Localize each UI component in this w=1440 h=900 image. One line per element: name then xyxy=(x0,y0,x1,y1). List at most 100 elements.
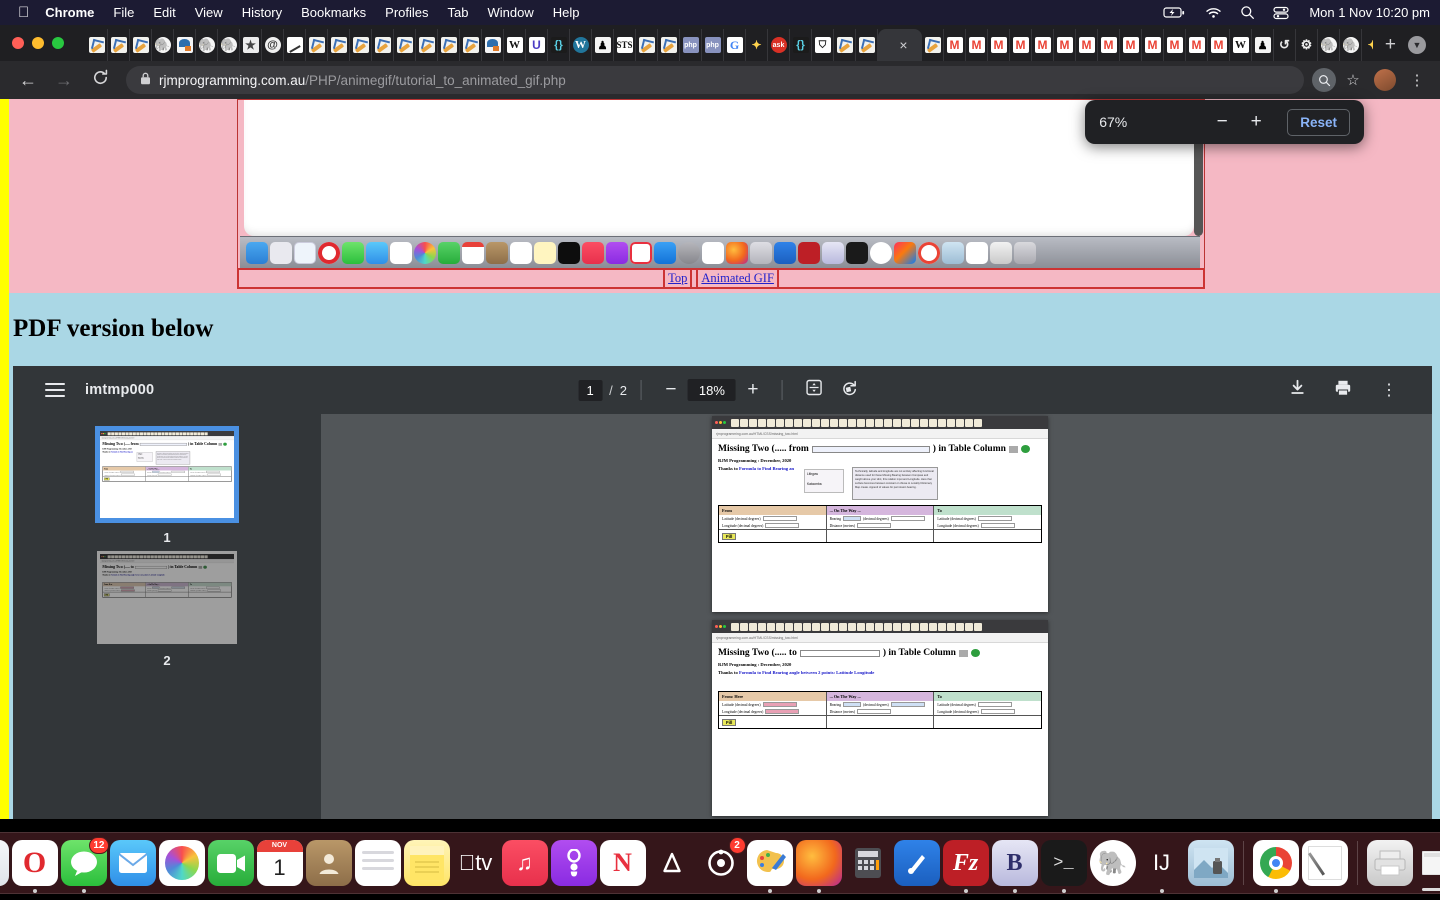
dock-icon-textedit[interactable] xyxy=(1301,840,1348,886)
link-cell-animated-gif[interactable]: Animated GIF xyxy=(697,269,778,288)
page1-longitude-input[interactable] xyxy=(765,523,800,528)
browser-tab[interactable]: 🐘 xyxy=(196,29,218,61)
control-center-icon[interactable] xyxy=(1273,6,1289,20)
page2-green-button-icon[interactable] xyxy=(970,649,980,657)
browser-tab[interactable]: ★ xyxy=(240,29,262,61)
page2-distance-input[interactable] xyxy=(857,709,892,714)
menu-item-chrome[interactable]: Chrome xyxy=(45,5,94,20)
menu-item-history[interactable]: History xyxy=(242,5,282,20)
dock-icon-xcode[interactable] xyxy=(893,840,940,886)
page2-fill-button[interactable]: Fill xyxy=(103,593,110,597)
page1-longitude-input[interactable] xyxy=(121,473,135,476)
page2-heading-input[interactable] xyxy=(135,565,167,569)
page1-bearing-input[interactable] xyxy=(890,516,925,521)
browser-tab[interactable]: 🐘 xyxy=(1318,29,1340,61)
tab-close-icon[interactable]: × xyxy=(899,38,907,52)
browser-tab[interactable]: G xyxy=(724,29,746,61)
page1-latitude-input[interactable] xyxy=(762,516,797,521)
dock-icon-printer[interactable] xyxy=(1366,840,1413,886)
browser-tab[interactable]: {} xyxy=(548,29,570,61)
pdf-page-1[interactable]: rjmprogramming.com.au/HTML/CSS/missing_t… xyxy=(712,416,1048,612)
browser-tab[interactable] xyxy=(922,29,944,61)
browser-tab[interactable] xyxy=(658,29,680,61)
link-top[interactable]: Top xyxy=(668,271,687,286)
page1-latitude-input[interactable] xyxy=(120,470,134,473)
search-icon[interactable] xyxy=(1240,5,1255,20)
menu-item-file[interactable]: File xyxy=(113,5,134,20)
dock-icon-apple-tv[interactable]: tv xyxy=(453,840,499,886)
page2-to-longitude-input[interactable] xyxy=(980,709,1015,714)
browser-tab[interactable] xyxy=(438,29,460,61)
pdf-zoom-in-button[interactable]: + xyxy=(738,379,768,401)
dock-icon-messages[interactable]: 12 xyxy=(60,837,109,893)
page2-green-button-icon[interactable] xyxy=(203,565,207,569)
page2-grey-button-icon[interactable] xyxy=(958,649,968,657)
menubar-clock[interactable]: Mon 1 Nov 10:20 pm xyxy=(1309,5,1430,20)
browser-tab[interactable] xyxy=(328,29,350,61)
menu-item-tab[interactable]: Tab xyxy=(448,5,469,20)
page2-latitude-input[interactable] xyxy=(762,702,797,707)
browser-tab[interactable]: M xyxy=(1076,29,1098,61)
zoom-reset-button[interactable]: Reset xyxy=(1287,108,1350,136)
pdf-page-2[interactable]: rjmprogramming.com.au/HTML/CSS/missing_t… xyxy=(100,554,234,633)
dock-icon-system-settings[interactable]: 2 xyxy=(698,837,746,886)
pdf-page-1[interactable]: rjmprogramming.com.au/HTML/CSS/missing_t… xyxy=(100,431,234,510)
page2-to-latitude-input[interactable] xyxy=(977,702,1012,707)
menu-item-profiles[interactable]: Profiles xyxy=(385,5,428,20)
browser-tab[interactable] xyxy=(372,29,394,61)
browser-tab[interactable]: ♟ xyxy=(592,29,614,61)
browser-tab[interactable]: @ xyxy=(262,29,284,61)
browser-tab[interactable] xyxy=(174,29,196,61)
dock-icon-preview[interactable] xyxy=(1187,840,1234,886)
page2-to-latitude-input[interactable] xyxy=(206,586,220,589)
dock-icon-opera[interactable]: O xyxy=(11,840,58,893)
page1-fill-button[interactable]: Fill xyxy=(722,533,737,540)
browser-tab[interactable] xyxy=(350,29,372,61)
page1-heading-input[interactable] xyxy=(811,445,930,453)
browser-tab[interactable]: php xyxy=(702,29,724,61)
active-tab[interactable]: × xyxy=(878,29,922,61)
dock-icon-photos[interactable] xyxy=(158,840,205,886)
browser-tab[interactable]: M xyxy=(1164,29,1186,61)
browser-tab[interactable] xyxy=(284,29,306,61)
more-menu-icon[interactable]: ⋮ xyxy=(1404,71,1430,89)
browser-tab[interactable]: php xyxy=(680,29,702,61)
dock-icon-news[interactable]: N xyxy=(599,840,646,886)
rotate-icon[interactable] xyxy=(833,379,867,402)
battery-charging-icon[interactable] xyxy=(1163,6,1187,19)
dock-icon-calculator[interactable] xyxy=(845,840,891,886)
browser-tab[interactable]: M xyxy=(944,29,966,61)
page1-to-longitude-input[interactable] xyxy=(980,523,1015,528)
zoom-magnifier-icon[interactable] xyxy=(1312,68,1336,92)
page2-thanks-link[interactable]: Formula to Find Bearing angle between 2 … xyxy=(739,670,874,675)
pdf-thumbnail-page-2[interactable]: rjmprogramming.com.au/HTML/CSS/missing_t… xyxy=(97,551,237,644)
browser-tab[interactable] xyxy=(108,29,130,61)
browser-tab[interactable]: M xyxy=(1098,29,1120,61)
browser-tab[interactable]: U xyxy=(526,29,548,61)
browser-tab[interactable] xyxy=(834,29,856,61)
browser-tab[interactable]: M xyxy=(1120,29,1142,61)
dock-icon-chrome[interactable] xyxy=(1252,840,1299,893)
pdf-thumbnail-page-1[interactable]: rjmprogramming.com.au/HTML/CSS/missing_t… xyxy=(97,428,237,521)
browser-tab[interactable]: M xyxy=(1208,29,1230,61)
embedded-scrollbar[interactable] xyxy=(1194,132,1203,236)
page1-bearing-input[interactable] xyxy=(171,470,185,473)
back-button[interactable]: ← xyxy=(10,70,46,91)
browser-tab[interactable]: M xyxy=(1142,29,1164,61)
page2-grey-button-icon[interactable] xyxy=(198,565,203,569)
page1-distance-input[interactable] xyxy=(157,473,172,476)
dock-icon-podcasts[interactable] xyxy=(550,840,597,886)
dock-icon-reminders[interactable] xyxy=(354,840,401,886)
browser-tab[interactable]: W xyxy=(570,29,592,61)
dock-icon-facetime[interactable] xyxy=(207,840,254,886)
page2-bearing-select[interactable] xyxy=(152,586,160,589)
page1-green-button-icon[interactable] xyxy=(223,442,227,446)
browser-tab[interactable] xyxy=(130,29,152,61)
browser-tab[interactable]: ✦ xyxy=(1362,29,1372,61)
page2-thanks-link[interactable]: Formula to Find Bearing angle between 2 … xyxy=(111,574,165,576)
menu-item-view[interactable]: View xyxy=(195,5,223,20)
dock-icon-finder-window[interactable] xyxy=(1416,840,1440,891)
menu-item-help[interactable]: Help xyxy=(553,5,580,20)
page2-fill-button[interactable]: Fill xyxy=(722,719,737,726)
hamburger-menu-icon[interactable] xyxy=(45,379,65,401)
